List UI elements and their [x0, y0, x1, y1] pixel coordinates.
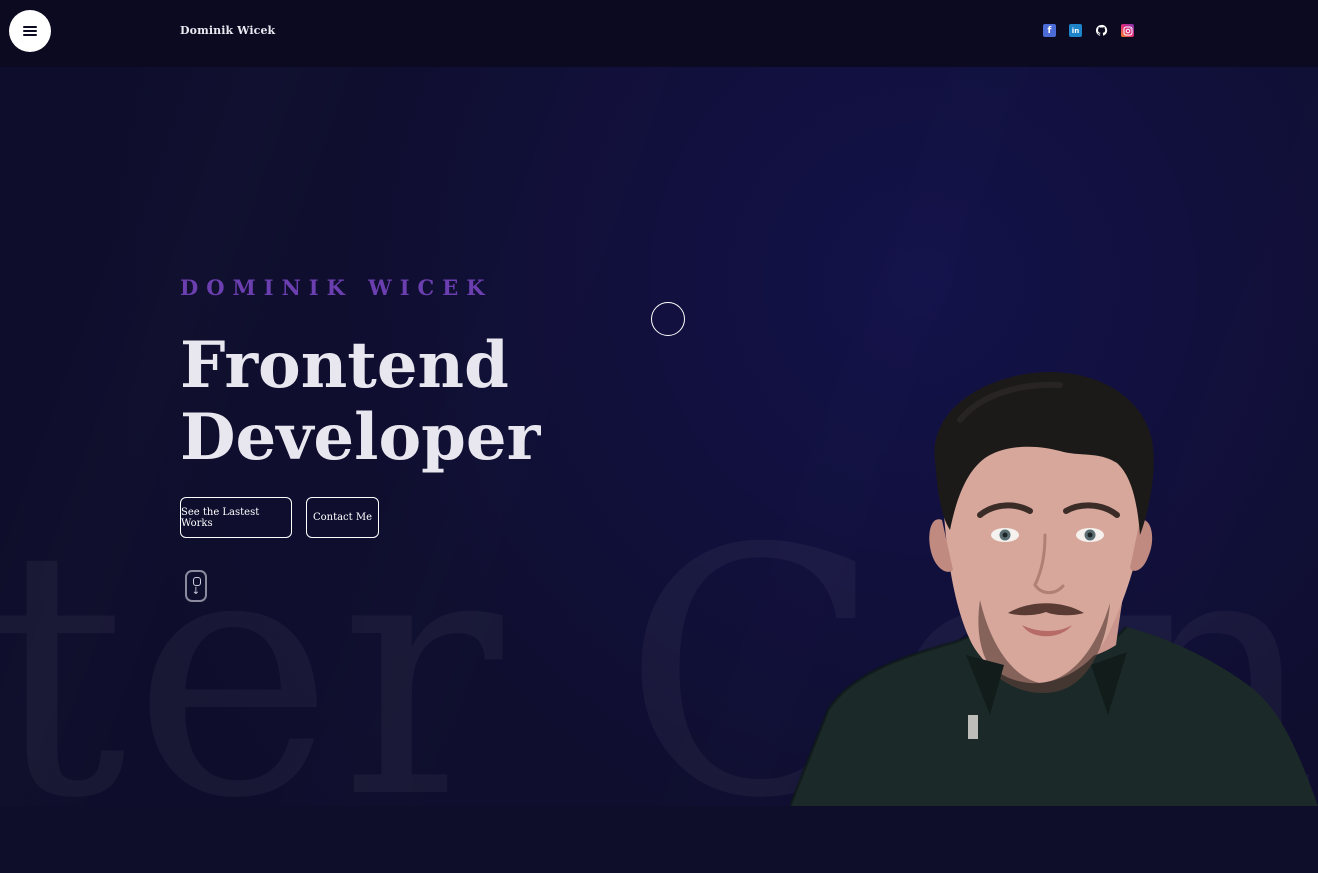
profile-portrait	[790, 365, 1318, 806]
see-latest-works-button[interactable]: See the Lastest Works	[180, 497, 292, 538]
headline-line-2: Developer	[180, 400, 541, 475]
mouse-scroll-down-icon[interactable]: ↓	[185, 570, 207, 602]
instagram-icon[interactable]	[1121, 24, 1134, 37]
hamburger-menu-icon[interactable]	[9, 10, 51, 52]
top-navigation-bar: Dominik Wicek f in	[0, 0, 1318, 67]
facebook-icon[interactable]: f	[1043, 24, 1056, 37]
linkedin-icon[interactable]: in	[1069, 24, 1082, 37]
hero-eyebrow-name: DOMINIK WICEK	[180, 275, 493, 300]
headline-line-1: Frontend	[180, 328, 509, 403]
github-icon[interactable]	[1095, 24, 1108, 37]
social-links: f in	[1043, 24, 1134, 37]
site-brand[interactable]: Dominik Wicek	[180, 24, 275, 37]
hero-headline: Frontend Developer	[180, 330, 700, 474]
contact-me-button[interactable]: Contact Me	[306, 497, 379, 538]
custom-cursor-ring	[651, 302, 685, 336]
